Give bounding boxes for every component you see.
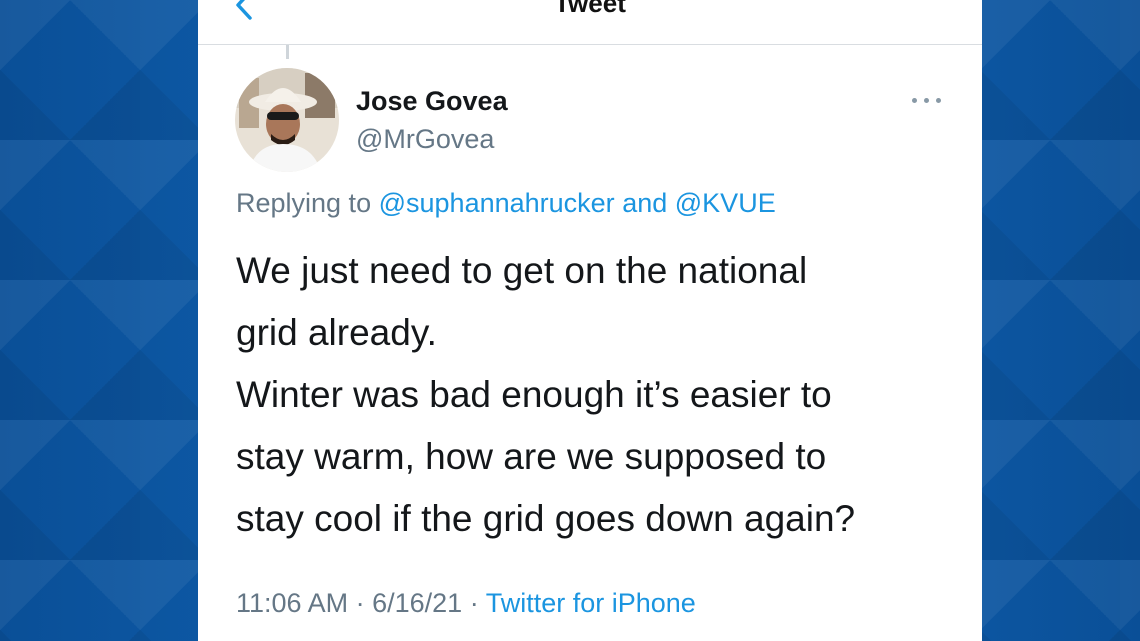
avatar[interactable] bbox=[235, 68, 339, 172]
tweet-line: grid already. bbox=[236, 312, 437, 353]
tweet-line: Winter was bad enough it’s easier to bbox=[236, 374, 832, 415]
tweet-source-link[interactable]: Twitter for iPhone bbox=[486, 588, 696, 618]
tweet-body: We just need to get on the national grid… bbox=[236, 240, 956, 550]
tweet-line: stay cool if the grid goes down again? bbox=[236, 498, 856, 539]
author-display-name[interactable]: Jose Govea bbox=[356, 86, 508, 117]
thread-connector-line bbox=[286, 45, 289, 59]
top-navigation-bar: Tweet bbox=[198, 0, 982, 45]
mention-link-2[interactable]: @KVUE bbox=[675, 188, 776, 218]
tweet-line: We just need to get on the national bbox=[236, 250, 808, 291]
page-title: Tweet bbox=[554, 0, 626, 18]
meta-separator: · bbox=[355, 588, 365, 618]
replying-prefix: Replying to bbox=[236, 188, 372, 218]
mention-link-1[interactable]: @suphannahrucker bbox=[379, 188, 615, 218]
meta-separator: · bbox=[469, 588, 479, 618]
tweet-line: stay warm, how are we supposed to bbox=[236, 436, 827, 477]
author-handle[interactable]: @MrGovea bbox=[356, 124, 494, 155]
tweet-date: 6/16/21 bbox=[372, 588, 463, 618]
tweet-metadata: 11:06 AM · 6/16/21 · Twitter for iPhone bbox=[236, 588, 696, 619]
tweet-time: 11:06 AM bbox=[236, 588, 349, 618]
more-options-icon[interactable] bbox=[910, 90, 944, 110]
tweet-panel: Tweet Jose Govea @MrGovea Replying to @s… bbox=[198, 0, 982, 641]
mention-joiner: and bbox=[622, 188, 668, 218]
replying-to-line: Replying to @suphannahrucker and @KVUE bbox=[236, 188, 776, 219]
